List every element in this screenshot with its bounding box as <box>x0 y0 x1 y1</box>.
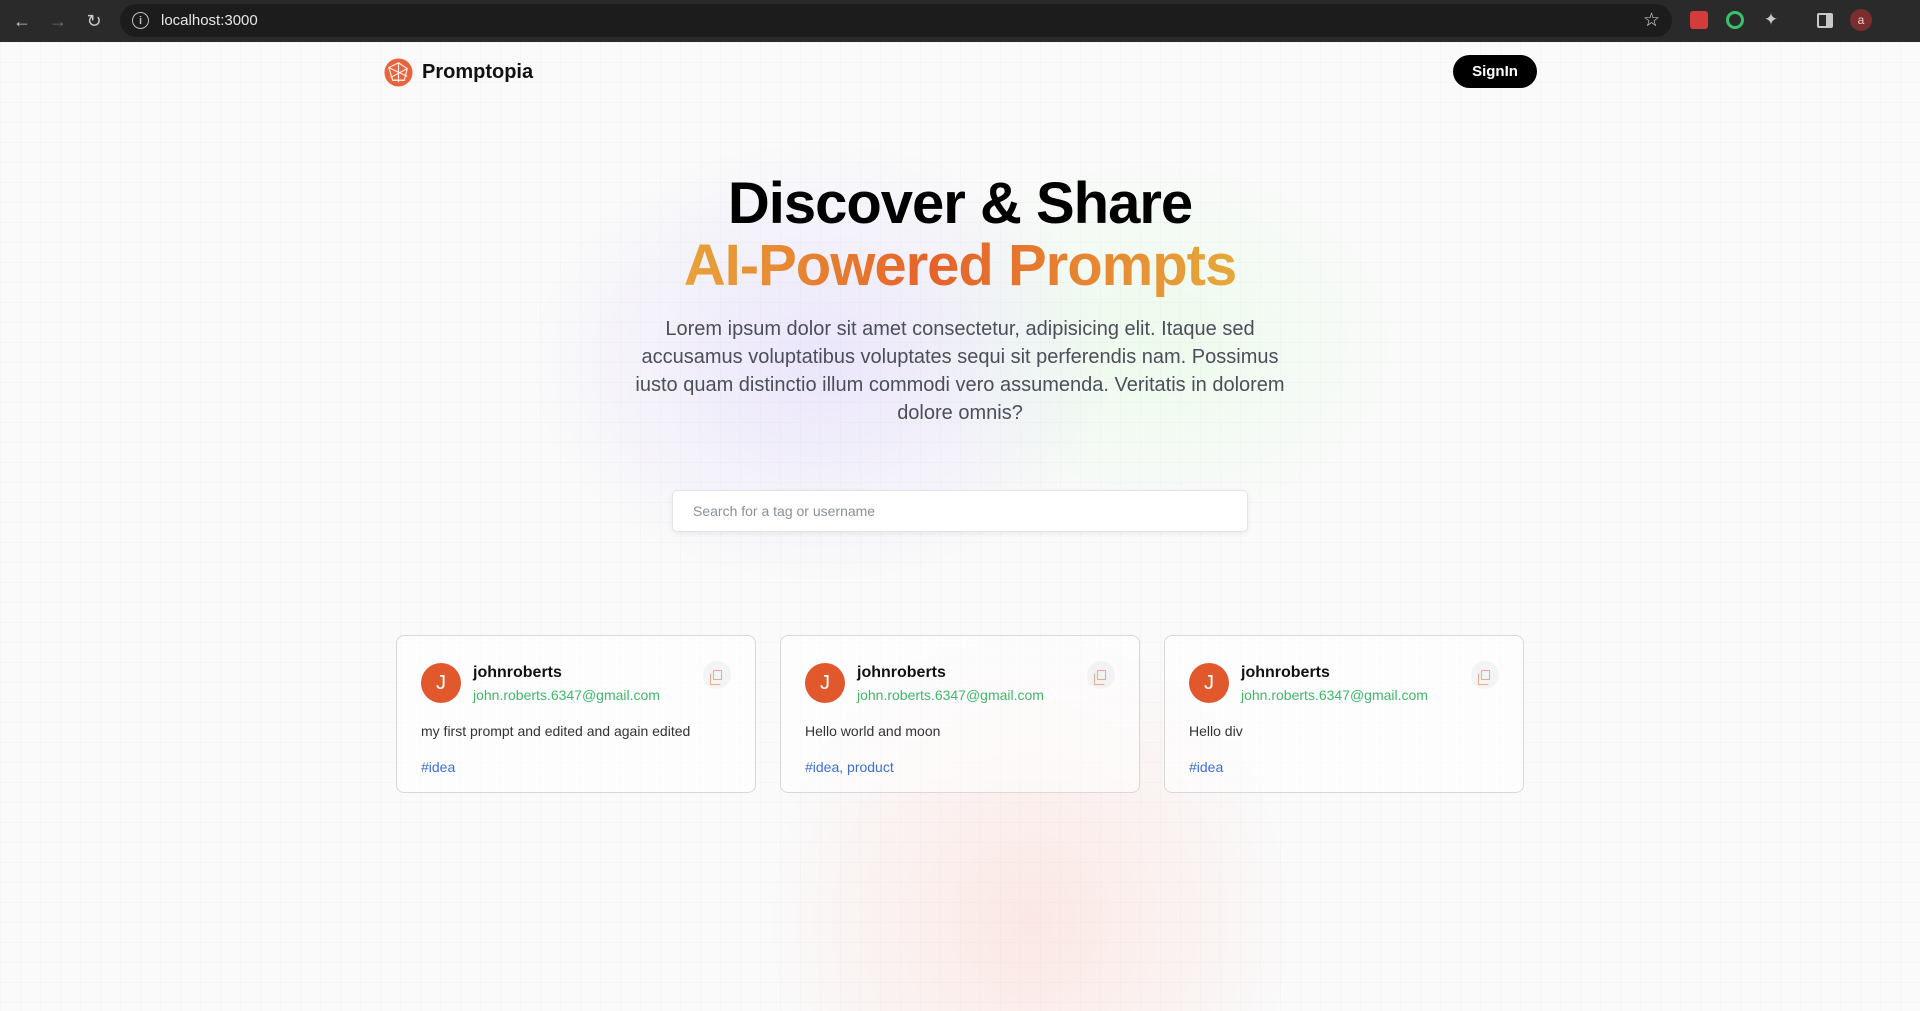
extension-red-icon[interactable] <box>1688 9 1710 31</box>
avatar[interactable]: J <box>1189 663 1229 703</box>
prompt-text: Hello div <box>1189 723 1243 739</box>
username[interactable]: johnroberts <box>473 664 562 682</box>
logo-icon <box>384 58 413 87</box>
copy-icon <box>1093 670 1106 685</box>
avatar[interactable]: J <box>805 663 845 703</box>
site-info-icon[interactable]: i <box>132 12 149 29</box>
back-arrow-icon[interactable]: ← <box>8 7 36 35</box>
hero-title: Discover & Share <box>727 171 1193 236</box>
search-input[interactable] <box>672 490 1248 532</box>
prompt-card[interactable]: J johnroberts john.roberts.6347@gmail.co… <box>1164 635 1524 793</box>
prompt-card[interactable]: J johnroberts john.roberts.6347@gmail.co… <box>780 635 1140 793</box>
user-email: john.roberts.6347@gmail.com <box>473 687 660 703</box>
prompt-tags[interactable]: #idea <box>421 759 455 775</box>
prompt-tags[interactable]: #idea, product <box>805 759 894 775</box>
hero-subtitle: AI-Powered Prompts <box>0 232 1920 299</box>
page-content: Promptopia SignIn Discover & Share AI-Po… <box>0 42 1920 1011</box>
copy-button[interactable] <box>1471 661 1499 689</box>
extensions-puzzle-icon[interactable]: ✦ <box>1760 9 1782 31</box>
profile-avatar[interactable]: a <box>1850 9 1872 31</box>
copy-icon <box>1477 670 1490 685</box>
side-panel-icon[interactable] <box>1814 9 1836 31</box>
signin-button[interactable]: SignIn <box>1453 55 1537 88</box>
username[interactable]: johnroberts <box>1241 664 1330 682</box>
user-email: john.roberts.6347@gmail.com <box>1241 687 1428 703</box>
hero-gradient-text: AI-Powered Prompts <box>683 233 1237 298</box>
address-bar[interactable]: i localhost:3000 ☆ <box>120 4 1672 37</box>
copy-button[interactable] <box>703 661 731 689</box>
bookmark-star-icon[interactable]: ☆ <box>1643 9 1660 32</box>
hero-description: Lorem ipsum dolor sit amet consectetur, … <box>635 318 1285 424</box>
avatar[interactable]: J <box>421 663 461 703</box>
extension-green-ring-icon[interactable] <box>1724 9 1746 31</box>
copy-button[interactable] <box>1087 661 1115 689</box>
prompt-text: my first prompt and edited and again edi… <box>421 723 691 739</box>
forward-arrow-icon[interactable]: → <box>44 7 72 35</box>
logo-text: Promptopia <box>422 61 534 83</box>
browser-toolbar: ← → ↻ i localhost:3000 ☆ ✦ a <box>0 0 1920 42</box>
prompt-tags[interactable]: #idea <box>1189 759 1223 775</box>
prompt-card[interactable]: J johnroberts john.roberts.6347@gmail.co… <box>396 635 756 793</box>
reload-icon[interactable]: ↻ <box>80 7 108 35</box>
username[interactable]: johnroberts <box>857 664 946 682</box>
logo[interactable]: Promptopia <box>383 57 533 88</box>
user-email: john.roberts.6347@gmail.com <box>857 687 1044 703</box>
copy-icon <box>709 670 722 685</box>
prompt-text: Hello world and moon <box>805 723 941 739</box>
url-text[interactable]: localhost:3000 <box>161 12 258 29</box>
